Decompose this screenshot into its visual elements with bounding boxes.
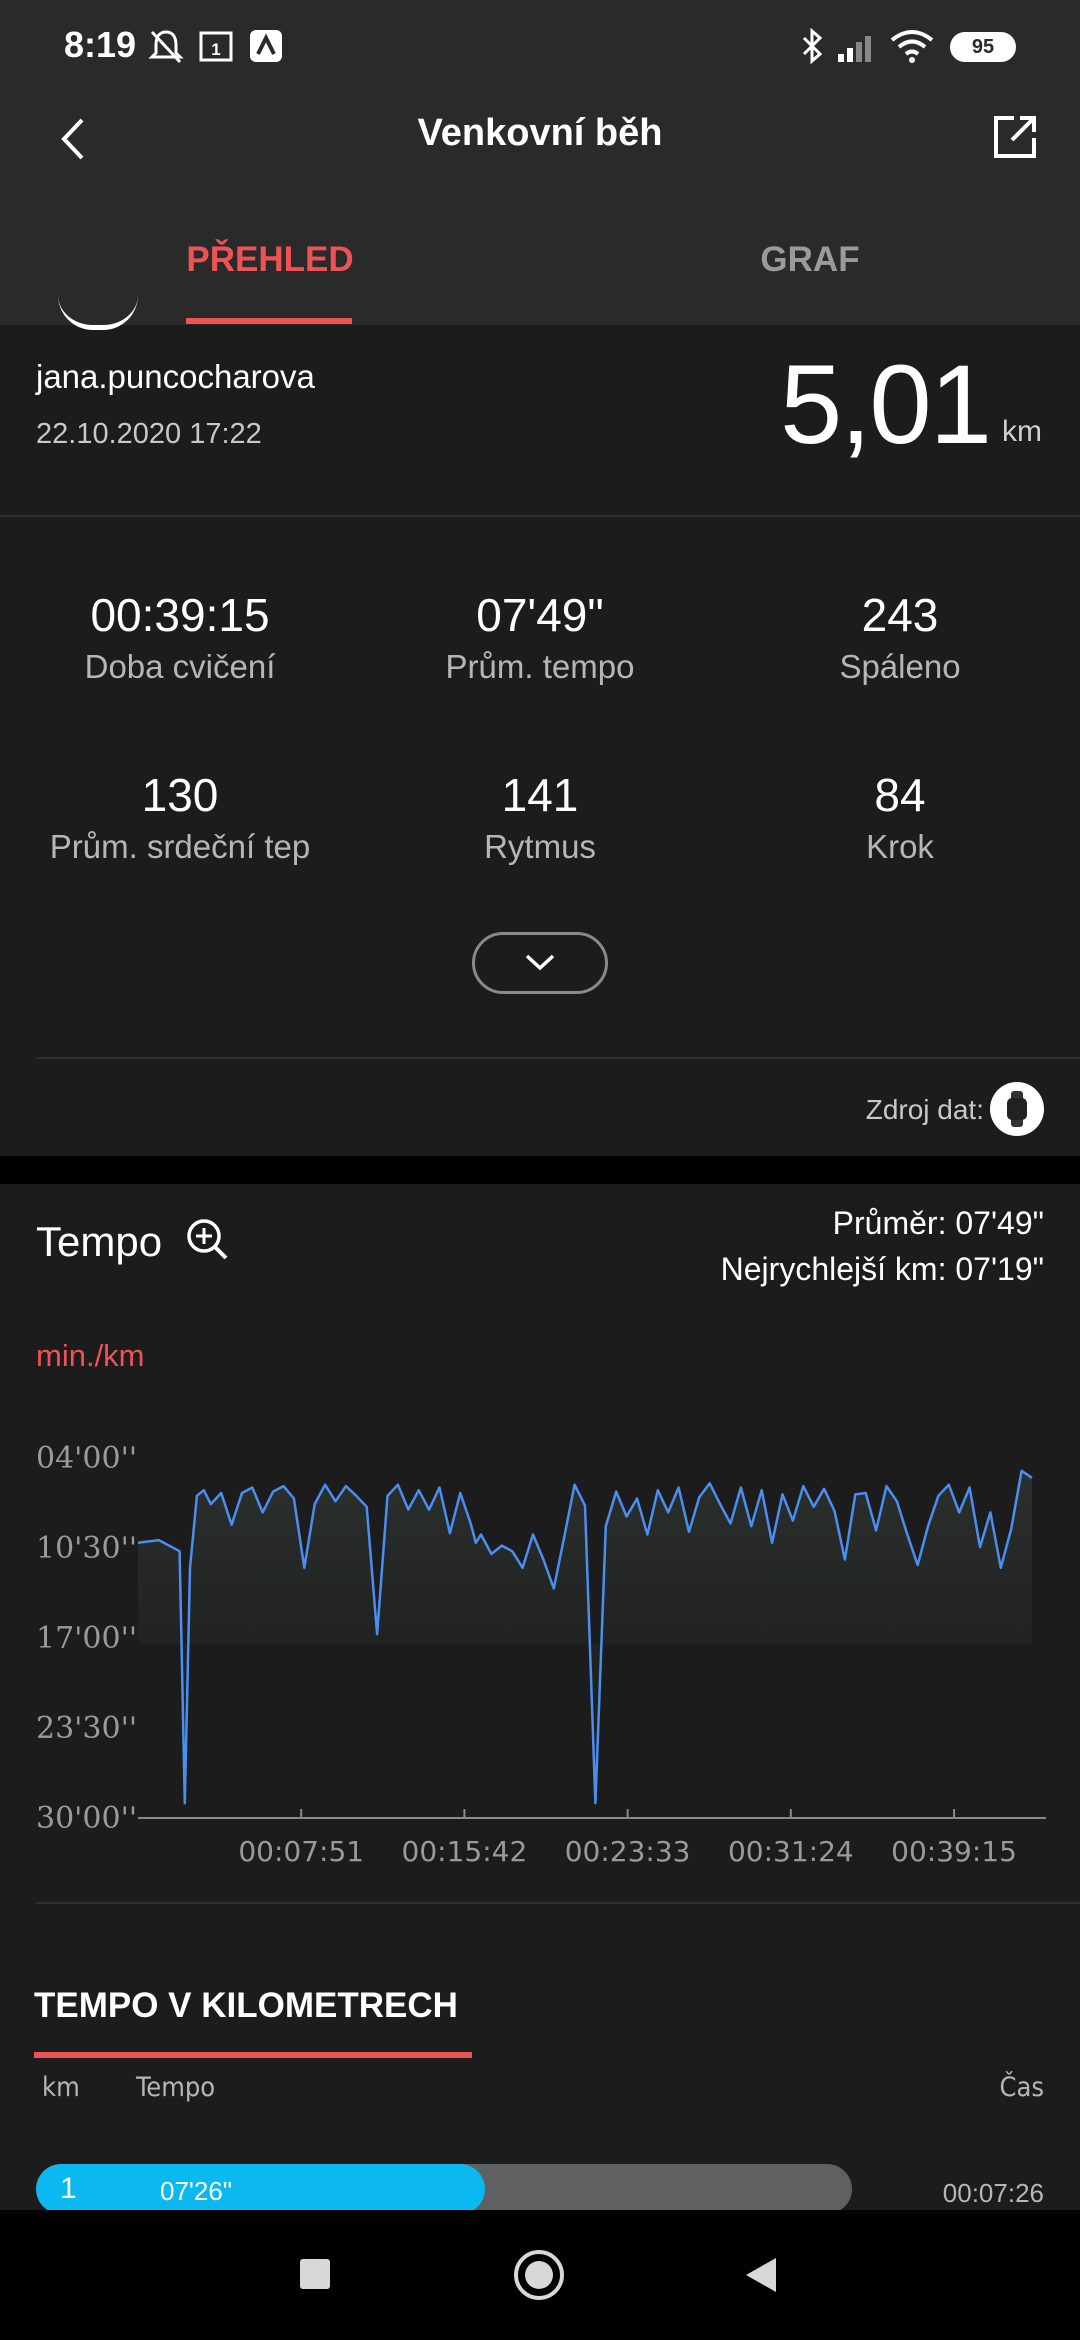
x-tick-label: 00:15:42 <box>402 1835 528 1868</box>
divider <box>36 1057 1080 1059</box>
stat-calories: 243 Spáleno <box>720 588 1080 686</box>
stat-avg-pace: 07'49" Prům. tempo <box>360 588 720 686</box>
signal-icon <box>838 36 871 62</box>
stat-value: 07'49" <box>476 589 604 641</box>
stat-label: Rytmus <box>484 828 596 865</box>
stat-value: 130 <box>141 769 219 821</box>
watch-icon[interactable] <box>990 1082 1044 1136</box>
tempo-title: Tempo <box>36 1218 163 1265</box>
y-tick-label: 04'00'' <box>36 1441 137 1476</box>
stat-label: Doba cvičení <box>84 648 276 685</box>
stat-cadence: 141 Rytmus <box>360 768 720 866</box>
y-tick-label: 23'30'' <box>36 1711 137 1746</box>
bell-off-icon <box>148 30 184 64</box>
username: jana.puncocharova <box>36 358 315 395</box>
km-title-underline <box>34 2052 472 2058</box>
share-icon[interactable] <box>990 112 1040 162</box>
data-source-label: Zdroj dat: <box>865 1094 984 1125</box>
page-title: Venkovní běh <box>417 112 663 154</box>
recents-square-icon[interactable] <box>298 2257 332 2291</box>
divider <box>36 1902 1080 1904</box>
km-pace-title: TEMPO V KILOMETRECH <box>34 1986 458 2025</box>
tempo-fastest-km: Nejrychlejší km: 07'19" <box>720 1251 1044 1287</box>
y-tick-label: 30'00'' <box>36 1801 137 1836</box>
workout-datetime: 22.10.2020 17:22 <box>36 418 262 450</box>
tempo-average: Průměr: 07'49" <box>832 1205 1044 1241</box>
stat-value: 84 <box>874 769 926 821</box>
x-tick-label: 00:31:24 <box>728 1835 854 1868</box>
wifi-icon <box>890 30 934 63</box>
col-header-time: Čas <box>999 2072 1044 2103</box>
section-gap <box>0 1156 1080 1184</box>
svg-text:1: 1 <box>211 40 220 59</box>
tempo-summary: Průměr: 07'49" Nejrychlejší km: 07'19" <box>721 1200 1044 1292</box>
stat-duration: 00:39:15 Doba cvičení <box>0 588 360 686</box>
stat-value: 141 <box>501 769 579 821</box>
x-tick-label: 00:07:51 <box>238 1835 364 1868</box>
km-number: 1 <box>60 2172 77 2205</box>
km-pace-bar-fill <box>36 2164 485 2214</box>
zoom-in-icon[interactable] <box>184 1216 230 1262</box>
km-tempo: 07'26" <box>160 2176 233 2206</box>
y-tick-label: 10'30'' <box>36 1531 137 1566</box>
stat-label: Prům. srdeční tep <box>49 828 311 865</box>
km-time: 00:07:26 <box>942 2178 1044 2208</box>
stat-label: Prům. tempo <box>445 648 635 685</box>
tempo-chart[interactable]: 04'00'' 10'30'' 17'00'' 23'30'' 30'00'' 00:07… <box>0 1420 1080 1890</box>
tab-graf[interactable]: GRAF <box>690 240 930 280</box>
x-tick-label: 00:39:15 <box>891 1835 1017 1868</box>
battery-icon: 95 <box>950 32 1016 62</box>
stat-value: 00:39:15 <box>90 589 270 641</box>
bluetooth-icon <box>802 28 823 64</box>
calendar-icon: 1 <box>199 31 233 62</box>
distance-value: 5,01 <box>780 342 992 467</box>
stat-value: 243 <box>861 589 939 641</box>
stat-label: Krok <box>866 828 934 865</box>
stat-avg-heart-rate: 130 Prům. srdeční tep <box>0 768 360 866</box>
back-triangle-icon[interactable] <box>742 2256 778 2294</box>
status-time: 8:19 <box>64 24 137 65</box>
stat-stride: 84 Krok <box>720 768 1080 866</box>
distance-unit: km <box>1002 415 1042 448</box>
home-circle-icon[interactable] <box>512 2248 566 2302</box>
tab-active-indicator <box>186 318 352 324</box>
chart-unit-label: min./km <box>36 1338 145 1373</box>
col-header-tempo: Tempo <box>136 2072 216 2103</box>
col-header-km: km <box>42 2072 80 2103</box>
tab-prehled[interactable]: PŘEHLED <box>150 240 390 280</box>
app-icon <box>250 30 282 62</box>
divider <box>0 515 1080 517</box>
x-tick-label: 00:23:33 <box>565 1835 691 1868</box>
km-pace-bar <box>36 2164 852 2214</box>
chevron-down-icon <box>525 954 555 971</box>
expand-stats-button[interactable] <box>472 932 608 994</box>
stat-label: Spáleno <box>839 648 961 685</box>
y-tick-label: 17'00'' <box>36 1621 137 1656</box>
